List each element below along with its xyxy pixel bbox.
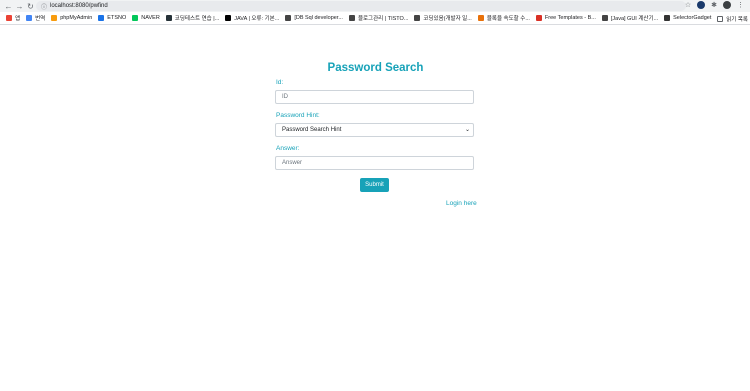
bookmark-favicon-icon — [535, 15, 542, 21]
browser-toolbar: ← → ↻ ⓘ localhost:8080/pwfind ☆ ✱ ⋮ — [0, 0, 750, 12]
bookmark-item[interactable]: [DB Sql developer... — [285, 15, 343, 21]
forward-icon[interactable]: → — [14, 1, 25, 12]
bookmark-label: 앱 — [15, 16, 21, 22]
bookmark-favicon-icon — [132, 15, 139, 21]
bookmark-item[interactable]: 블록을 속도할 수... — [477, 14, 530, 22]
bookmark-item[interactable]: NAVER — [132, 15, 160, 21]
answer-input[interactable]: Answer — [275, 156, 474, 170]
bookmark-label: NAVER — [141, 15, 160, 21]
bookmark-item[interactable]: [Java] GUI 계산기... — [601, 14, 659, 22]
bookmark-label: [Java] GUI 계산기... — [610, 16, 659, 22]
bookmark-label: Free Templates - B... — [544, 15, 596, 21]
id-label: Id: — [276, 79, 284, 86]
bookmark-favicon-icon — [51, 15, 58, 21]
bookmark-favicon-icon — [664, 15, 671, 21]
bookmark-favicon-icon — [6, 15, 12, 21]
chevron-down-icon: ⌄ — [464, 127, 470, 133]
login-link[interactable]: Login here — [446, 200, 477, 207]
bookmarks-bar: 앱 번역 phpMyAdmin ETSNO NAVER 코딩테스트 연습 |... JAVA… — [0, 12, 750, 25]
bookmark-item[interactable]: 번역 — [26, 14, 45, 22]
address-bar[interactable]: ⓘ localhost:8080/pwfind — [36, 1, 686, 11]
password-hint-selected: Password Search Hint — [282, 127, 342, 133]
id-input[interactable]: ID — [275, 90, 474, 104]
bookmark-item[interactable]: JAVA | 오류: 기본... — [225, 14, 279, 22]
bookmark-item[interactable]: 코딩있음(개발자 일... — [414, 14, 472, 22]
profile-avatar[interactable] — [723, 1, 731, 9]
extension-icon[interactable] — [697, 1, 706, 9]
password-hint-select[interactable]: Password Search Hint ⌄ — [275, 123, 474, 137]
bookmark-item[interactable]: 코딩테스트 연습 |... — [165, 14, 220, 22]
bookmark-favicon-icon — [348, 15, 355, 21]
bookmark-favicon-icon — [225, 15, 232, 21]
puzzle-icon[interactable]: ✱ — [711, 1, 717, 9]
password-hint-label: Password Hint: — [276, 112, 320, 119]
page-title: Password Search — [327, 62, 424, 74]
url-text: localhost:8080/pwfind — [50, 3, 108, 9]
bookmark-favicon-icon — [98, 15, 105, 21]
reading-list-label: 읽기 목록 — [726, 17, 748, 23]
star-icon[interactable]: ☆ — [685, 1, 691, 9]
bookmark-item[interactable]: 블로그관리 | TISTO... — [348, 14, 409, 22]
info-icon[interactable]: ⓘ — [41, 2, 47, 11]
bookmark-label: JAVA | 오류: 기본... — [234, 16, 280, 22]
bookmark-label: 코딩있음(개발자 일... — [423, 16, 472, 22]
bookmark-label: 코딩테스트 연습 |... — [174, 16, 220, 22]
bookmark-favicon-icon — [414, 15, 421, 21]
reading-list-icon — [717, 16, 724, 22]
bookmark-label: 블로그관리 | TISTO... — [357, 16, 409, 22]
back-icon[interactable]: ← — [3, 1, 14, 12]
bookmark-label: ETSNO — [107, 15, 127, 21]
answer-label: Answer: — [276, 145, 300, 152]
bookmark-item[interactable]: 앱 — [6, 14, 20, 22]
bookmark-favicon-icon — [165, 15, 172, 21]
bookmark-favicon-icon — [26, 15, 33, 21]
reload-icon[interactable]: ↻ — [25, 1, 36, 12]
bookmark-favicon-icon — [285, 15, 292, 21]
bookmark-item[interactable]: phpMyAdmin — [51, 15, 92, 21]
bookmark-label: SelectorGadget — [673, 15, 712, 21]
bookmark-favicon-icon — [477, 15, 484, 21]
bookmark-label: [DB Sql developer... — [294, 15, 343, 21]
bookmark-label: 블록을 속도할 수... — [486, 16, 530, 22]
bookmark-label: phpMyAdmin — [60, 15, 93, 21]
bookmark-item[interactable]: SelectorGadget — [664, 15, 711, 21]
reading-list-button[interactable]: 읽기 목록 — [717, 15, 748, 23]
menu-icon[interactable]: ⋮ — [737, 1, 744, 9]
bookmark-item[interactable]: Free Templates - B... — [535, 15, 596, 21]
bookmark-item[interactable]: ETSNO — [98, 15, 126, 21]
bookmark-label: 번역 — [35, 16, 46, 22]
submit-button[interactable]: Submit — [360, 178, 389, 192]
bookmark-favicon-icon — [601, 15, 608, 21]
